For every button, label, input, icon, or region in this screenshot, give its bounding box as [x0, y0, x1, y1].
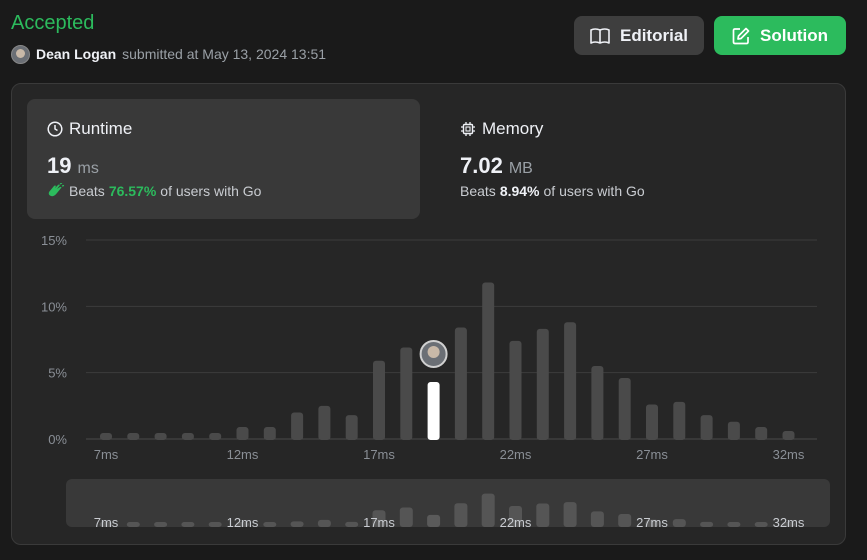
bar[interactable] [591, 366, 604, 440]
y-tick-label: 15% [41, 233, 67, 248]
bar[interactable] [291, 412, 304, 440]
bar[interactable] [618, 377, 631, 440]
overview-bar [317, 519, 331, 527]
overview-bar [154, 522, 168, 527]
bar[interactable] [700, 415, 713, 440]
overview-navigator[interactable] [66, 479, 830, 527]
overview-bar [536, 503, 550, 527]
x-tick-label: 17ms [363, 447, 395, 462]
overview-tick-label: 22ms [500, 515, 532, 530]
bar[interactable] [482, 282, 495, 440]
overview-bar [481, 493, 495, 527]
bar[interactable] [782, 431, 795, 440]
bar[interactable] [536, 328, 549, 440]
bar[interactable] [127, 433, 140, 440]
overview-bar [618, 513, 632, 527]
bar[interactable] [727, 421, 740, 440]
overview-tick-label: 12ms [227, 515, 259, 530]
overview-bar [290, 521, 304, 527]
bar[interactable] [454, 327, 467, 440]
y-tick-label: 10% [41, 299, 67, 314]
user-avatar-face [427, 345, 440, 358]
x-tick-label: 12ms [227, 447, 259, 462]
x-tick-label: 22ms [500, 447, 532, 462]
bar[interactable] [100, 433, 112, 440]
overview-bar [181, 522, 195, 527]
overview-bar [263, 522, 277, 527]
highlight-bar[interactable] [427, 381, 440, 440]
overview-bar [208, 522, 222, 527]
runtime-distribution-chart: 0% 5% 10% 15% 7ms 12ms 17ms 22ms 27ms 32ms 7ms 12ms… [41, 233, 830, 530]
bar[interactable] [181, 433, 194, 440]
overview-bar [754, 522, 768, 527]
bar[interactable] [263, 427, 276, 440]
overview-bar [454, 503, 468, 527]
bar[interactable] [509, 340, 522, 440]
bar[interactable] [564, 322, 577, 440]
bar[interactable] [755, 427, 768, 440]
overview-tick-label: 7ms [94, 515, 119, 530]
bar[interactable] [373, 360, 385, 440]
x-tick-label: 27ms [636, 447, 668, 462]
overview-bar [399, 507, 413, 527]
x-tick-label: 32ms [773, 447, 805, 462]
bar[interactable] [673, 401, 686, 440]
bar[interactable] [236, 427, 249, 440]
y-tick-label: 0% [48, 432, 67, 447]
bar[interactable] [345, 415, 358, 440]
overview-bar [727, 522, 741, 527]
overview-bar [427, 514, 441, 527]
overview-bar [563, 502, 577, 527]
bar[interactable] [209, 433, 222, 440]
bar[interactable] [400, 347, 413, 440]
overview-bar [590, 511, 604, 527]
x-tick-label: 7ms [94, 447, 119, 462]
overview-tick-label: 27ms [636, 515, 668, 530]
bar[interactable] [318, 405, 331, 440]
bar[interactable] [646, 404, 658, 440]
overview-tick-label: 32ms [773, 515, 805, 530]
overview-bar [345, 521, 359, 527]
overview-bar [700, 521, 714, 527]
bar[interactable] [154, 433, 167, 440]
overview-bar [126, 522, 140, 527]
overview-tick-label: 17ms [363, 515, 395, 530]
overview-bar [672, 519, 686, 527]
y-tick-label: 5% [48, 366, 67, 381]
